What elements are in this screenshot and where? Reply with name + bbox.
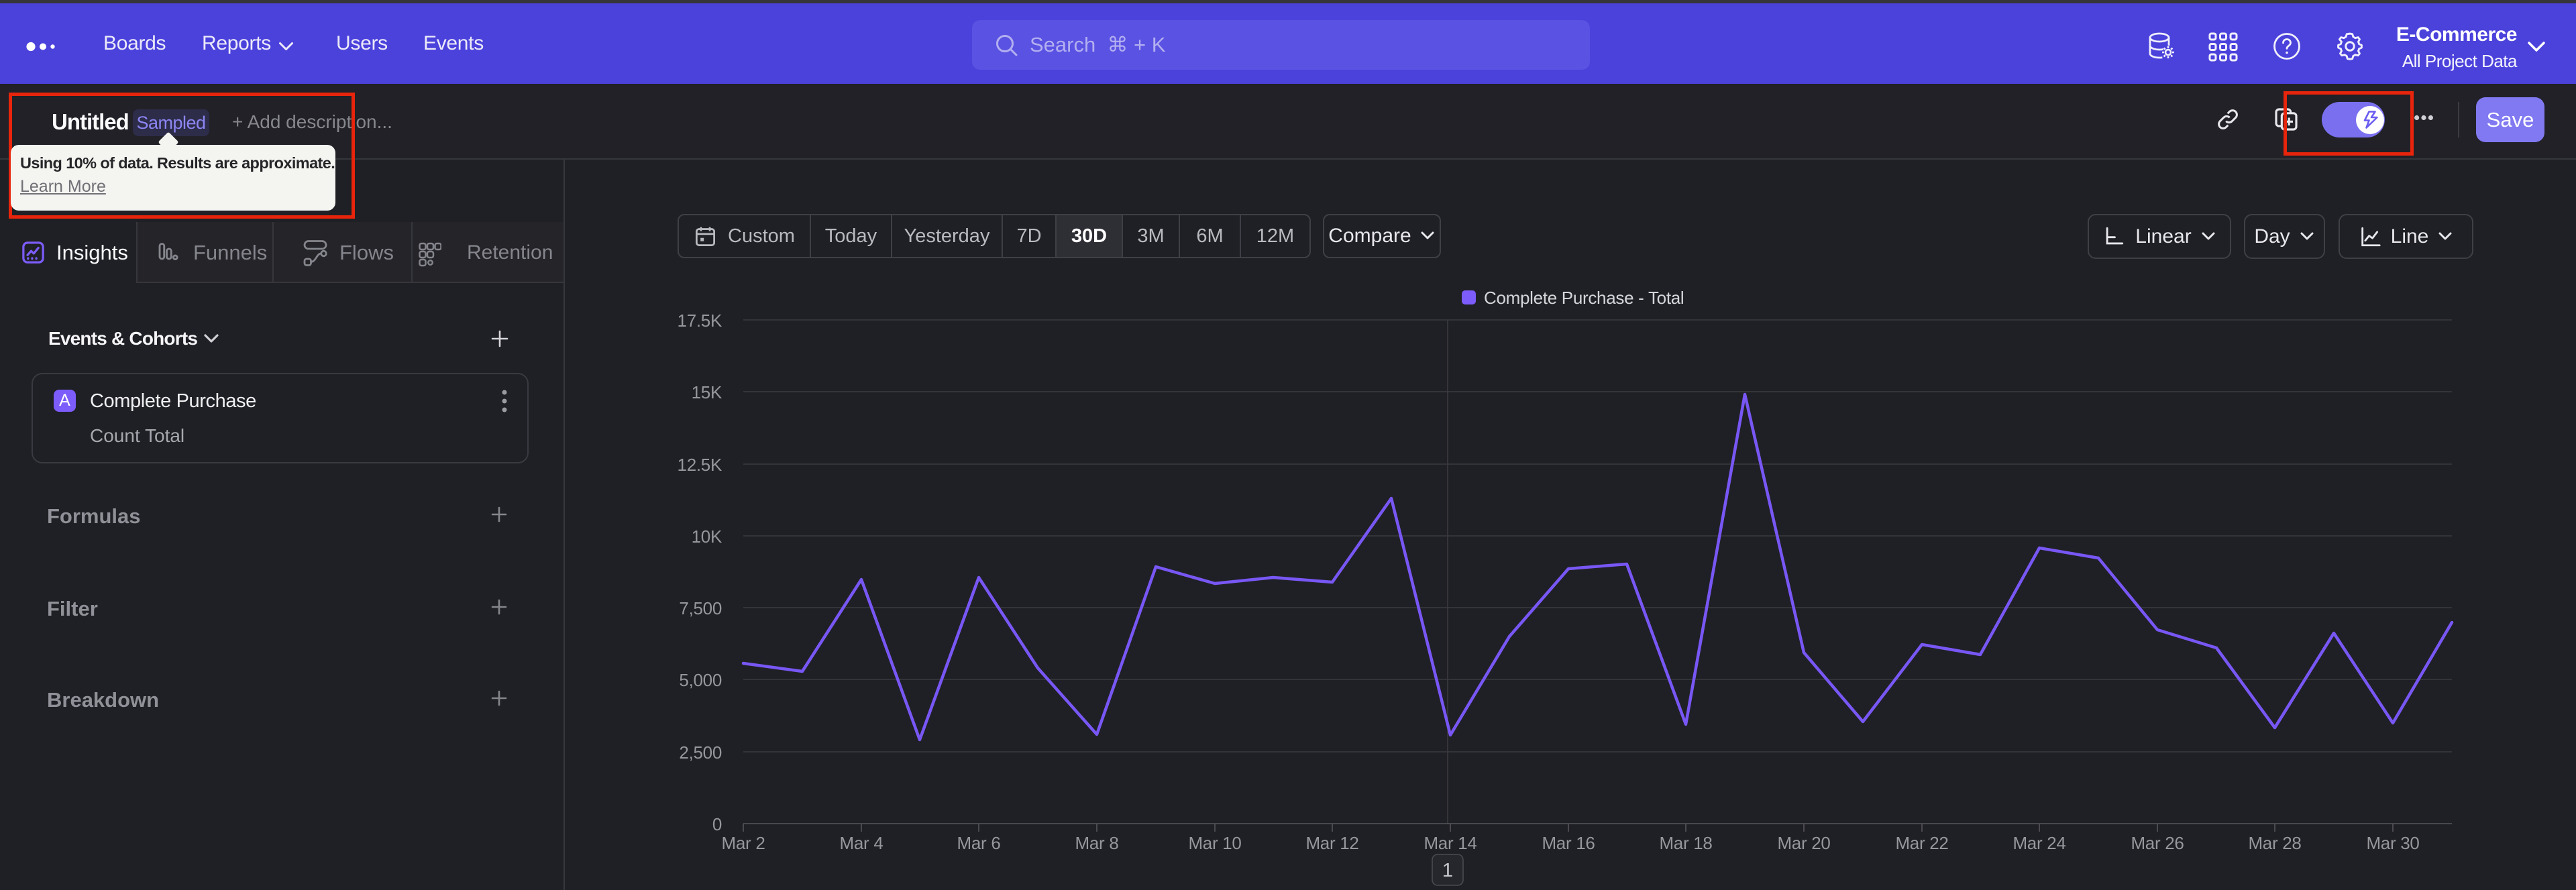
- svg-text:17.5K: 17.5K: [678, 311, 722, 331]
- svg-text:5,000: 5,000: [679, 670, 722, 690]
- svg-text:Mar 14: Mar 14: [1424, 833, 1477, 853]
- svg-text:2,500: 2,500: [679, 742, 722, 763]
- svg-text:Mar 18: Mar 18: [1659, 833, 1712, 853]
- svg-text:1: 1: [1442, 860, 1453, 881]
- svg-text:Mar 30: Mar 30: [2366, 833, 2419, 853]
- svg-text:Mar 20: Mar 20: [1777, 833, 1830, 853]
- svg-text:Mar 12: Mar 12: [1305, 833, 1358, 853]
- svg-text:Mar 22: Mar 22: [1895, 833, 1948, 853]
- svg-text:10K: 10K: [692, 526, 722, 547]
- svg-text:Mar 6: Mar 6: [957, 833, 1001, 853]
- svg-text:Mar 26: Mar 26: [2131, 833, 2184, 853]
- svg-text:Mar 16: Mar 16: [1542, 833, 1595, 853]
- svg-text:Mar 8: Mar 8: [1075, 833, 1119, 853]
- svg-text:15K: 15K: [692, 382, 722, 402]
- svg-text:Complete Purchase - Total: Complete Purchase - Total: [1484, 288, 1684, 308]
- svg-text:Mar 2: Mar 2: [722, 833, 765, 853]
- svg-text:0: 0: [712, 814, 722, 834]
- svg-text:Mar 24: Mar 24: [2012, 833, 2065, 853]
- svg-text:Mar 4: Mar 4: [840, 833, 883, 853]
- svg-text:7,500: 7,500: [679, 598, 722, 618]
- svg-text:Mar 10: Mar 10: [1188, 833, 1241, 853]
- svg-text:12.5K: 12.5K: [678, 455, 722, 475]
- svg-text:Mar 28: Mar 28: [2248, 833, 2301, 853]
